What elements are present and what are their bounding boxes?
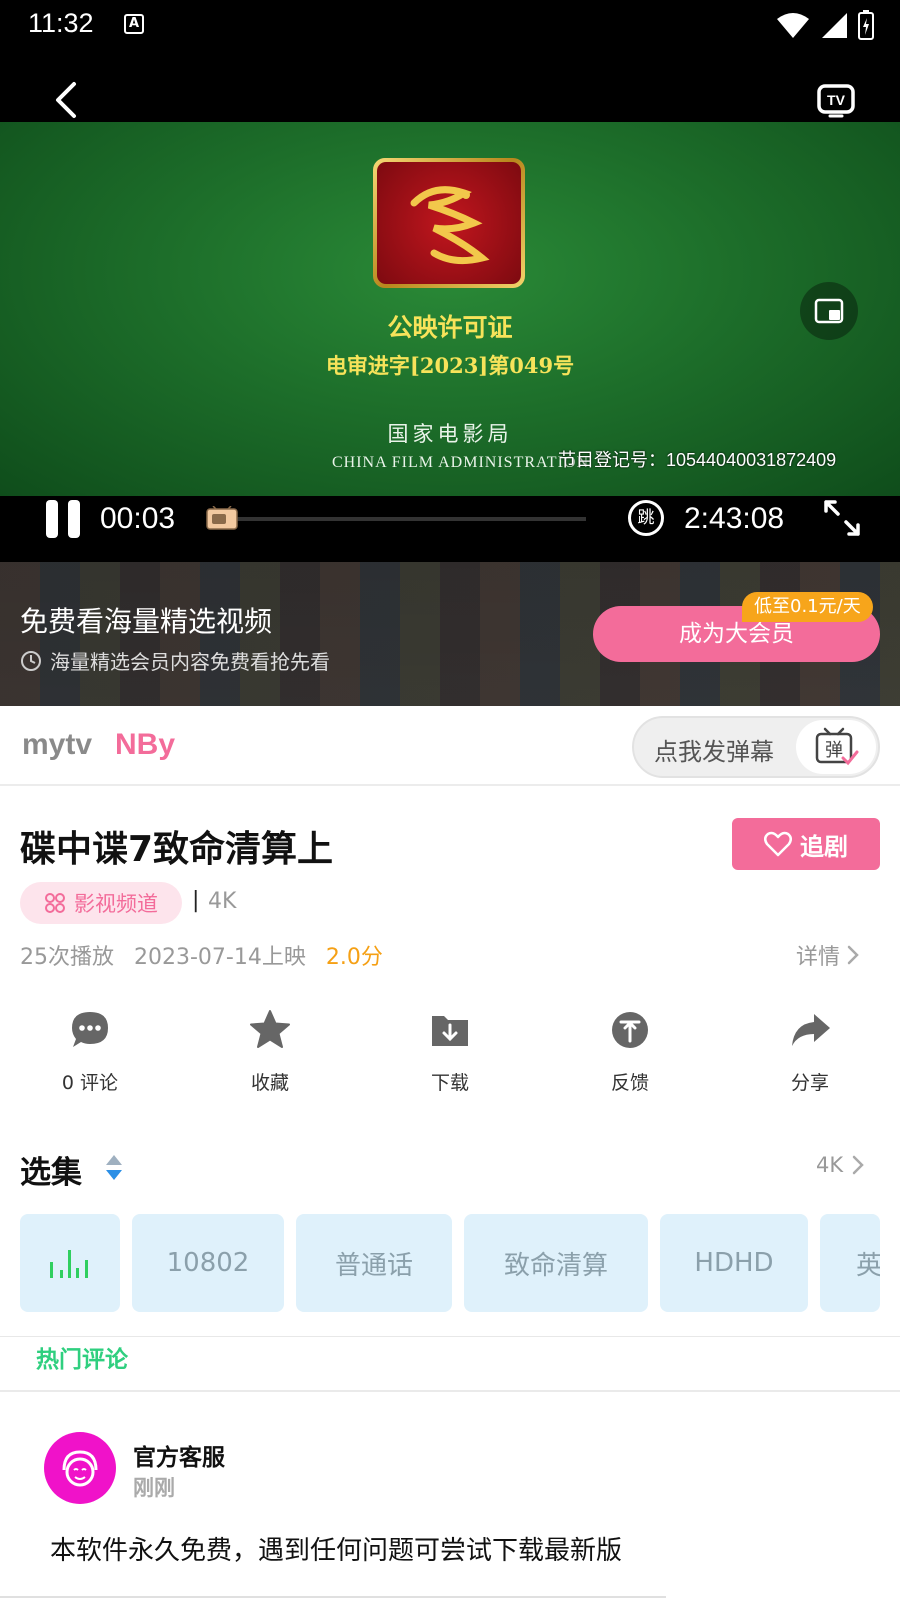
status-notification-icon: A [124,14,144,34]
episode-chip-playing[interactable] [20,1214,120,1312]
dragon-logo-icon [373,158,525,288]
license-title: 公映许可证 [387,313,513,342]
comment-author[interactable]: 官方客服 [133,1438,225,1472]
sort-icon[interactable] [104,1152,124,1182]
svg-text:TV: TV [827,92,846,108]
episode-quality-label: 4K [816,1153,844,1177]
vip-banner: 免费看海量精选视频 海量精选会员内容免费看抢先看 成为大会员 低至0.1元/天 [0,562,900,706]
danmu-placeholder: 点我发弹幕 [654,738,774,766]
avatar[interactable] [44,1432,116,1504]
meta-row: 25次播放 2023-07-14上映 2.0分 [20,939,383,971]
video-title: 碟中谍7致命清算上 [20,829,334,870]
danmu-input[interactable]: 点我发弹幕 弹 [632,716,880,778]
current-time: 00:03 [100,502,176,535]
comment-icon [72,1012,108,1047]
danmu-icon: 弹 [815,727,859,766]
clock-icon [21,650,41,671]
share-icon [792,1014,830,1046]
divider [0,1336,900,1337]
episodes-title: 选集 [20,1155,82,1191]
chevron-right-icon [852,1155,864,1175]
comment-button[interactable]: 0 评论 [30,1008,150,1095]
heart-icon [764,831,792,857]
equalizer-icon [50,1250,88,1278]
hot-comments-title: 热门评论 [36,1347,128,1373]
comment-label: 0 评论 [61,1072,119,1094]
license-number: 电审进字[2023]第049号 [325,353,575,378]
bureau-name-en: CHINA FILM ADMINISTRATION [332,454,590,471]
danmu-icon-char: 弹 [825,740,843,761]
total-time: 2:43:08 [684,502,785,535]
status-icons [776,10,874,40]
back-arrow-icon[interactable] [46,78,86,122]
tab-mytv[interactable]: mytv [22,728,92,762]
picture-in-picture-icon [814,298,844,324]
danmu-toggle-button[interactable]: 弹 [796,720,876,774]
share-button[interactable]: 分享 [750,1008,870,1095]
vip-headline: 免费看海量精选视频 [20,605,273,638]
fullscreen-icon[interactable] [822,498,862,538]
feedback-button[interactable]: 反馈 [570,1008,690,1095]
comment-text: 本软件永久免费，遇到任何问题可尝试下载最新版 [50,1536,623,1566]
battery-icon [858,10,874,40]
episode-chip[interactable]: 致命清算 [464,1214,648,1312]
details-link[interactable]: 详情 [796,939,860,971]
feedback-icon [612,1012,648,1048]
picture-in-picture-button[interactable] [800,282,858,340]
grid-icon [45,893,65,913]
share-label: 分享 [790,1072,829,1094]
download-icon [432,1016,468,1046]
chevron-right-icon [847,945,859,965]
channel-tag[interactable]: 影视频道 [20,882,182,924]
vip-price-badge: 低至0.1元/天 [742,592,873,622]
download-button[interactable]: 下载 [390,1008,510,1095]
vip-subline: 海量精选会员内容免费看抢先看 [20,646,330,675]
signal-icon [822,13,847,38]
tab-nby[interactable]: NBy [115,728,175,762]
episode-chip[interactable]: 普通话 [296,1214,452,1312]
divider [0,1596,666,1598]
episode-chip[interactable]: 10802 [132,1214,284,1312]
channel-bar: mytv NBy 点我发弹幕 弹 [0,706,900,786]
episode-quality-selector[interactable]: 4K [816,1153,865,1177]
skip-intro-icon[interactable]: 跳 [628,500,664,536]
release-date: 2023-07-14上映 [134,945,306,970]
channel-tag-label: 影视频道 [74,892,158,916]
details-label: 详情 [796,945,841,970]
quality-separator: | [192,888,200,913]
status-time: 11:32 [28,8,94,38]
favorite-label: 收藏 [250,1072,289,1094]
star-icon [250,1010,290,1048]
customer-service-avatar-icon [62,1450,98,1487]
favorite-button[interactable]: 收藏 [210,1008,330,1095]
progress-thumb-tv-icon[interactable] [206,506,238,530]
progress-bar[interactable] [230,517,586,521]
follow-label: 追剧 [800,832,848,861]
video-player[interactable]: 公映许可证 电审进字[2023]第049号 国家电影局 CHINA FILM A… [0,122,900,496]
episode-chip[interactable]: 英 [820,1214,880,1312]
download-label: 下载 [430,1072,469,1094]
episode-chip[interactable]: HDHD [660,1214,808,1312]
feedback-label: 反馈 [610,1072,649,1094]
pause-icon[interactable] [46,500,84,540]
comment-time: 刚刚 [133,1476,175,1500]
score: 2.0分 [325,945,383,970]
registration-number: 节目登记号：10544040031872409 [558,450,837,470]
video-quality: 4K [208,889,237,914]
tv-cast-icon[interactable]: TV [816,80,856,120]
status-bar: 11:32 A [0,0,900,50]
wifi-icon [777,13,809,38]
vip-subline-text: 海量精选会员内容免费看抢先看 [50,650,330,674]
play-count: 25次播放 [20,945,114,970]
player-top-bar [0,50,900,122]
divider [0,1390,900,1392]
follow-series-button[interactable]: 追剧 [732,818,880,870]
bureau-name-cn: 国家电影局 [387,422,513,446]
